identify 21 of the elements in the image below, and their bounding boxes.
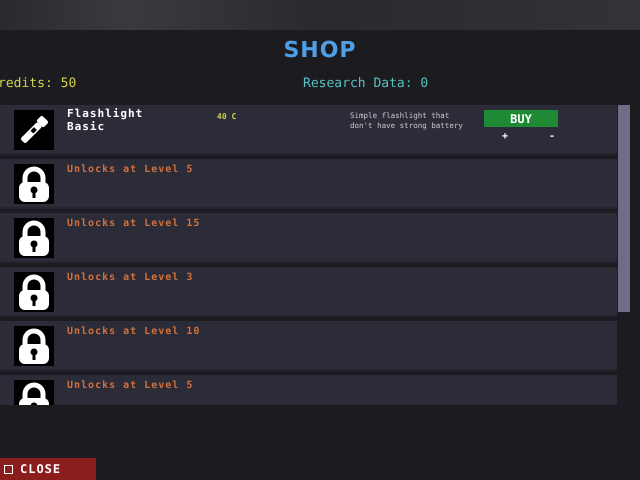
unlock-requirement: Unlocks at Level 10 xyxy=(67,326,200,337)
research-counter: Research Data: 0 xyxy=(303,76,428,90)
credits-counter: redits: 50 xyxy=(0,76,78,90)
padlock-icon xyxy=(14,218,54,258)
item-name: Flashlight Basic xyxy=(67,107,144,133)
plus-button[interactable]: + xyxy=(502,131,508,142)
unlock-requirement: Unlocks at Level 5 xyxy=(67,380,194,391)
scrollbar[interactable] xyxy=(618,105,630,312)
unlock-requirement: Unlocks at Level 15 xyxy=(67,218,200,229)
minus-button[interactable]: - xyxy=(548,131,555,142)
padlock-icon xyxy=(14,164,54,204)
close-button[interactable]: CLOSE xyxy=(0,458,96,480)
padlock-icon xyxy=(14,272,54,312)
square-icon xyxy=(4,464,13,474)
unlock-requirement: Unlocks at Level 5 xyxy=(67,164,194,175)
buy-button[interactable]: BUY xyxy=(484,110,558,127)
unlock-requirement: Unlocks at Level 3 xyxy=(67,272,194,283)
shop-title: SHOP xyxy=(283,38,357,63)
flashlight-icon xyxy=(14,110,54,150)
item-price: 40 C xyxy=(217,112,238,121)
padlock-icon xyxy=(14,326,54,366)
